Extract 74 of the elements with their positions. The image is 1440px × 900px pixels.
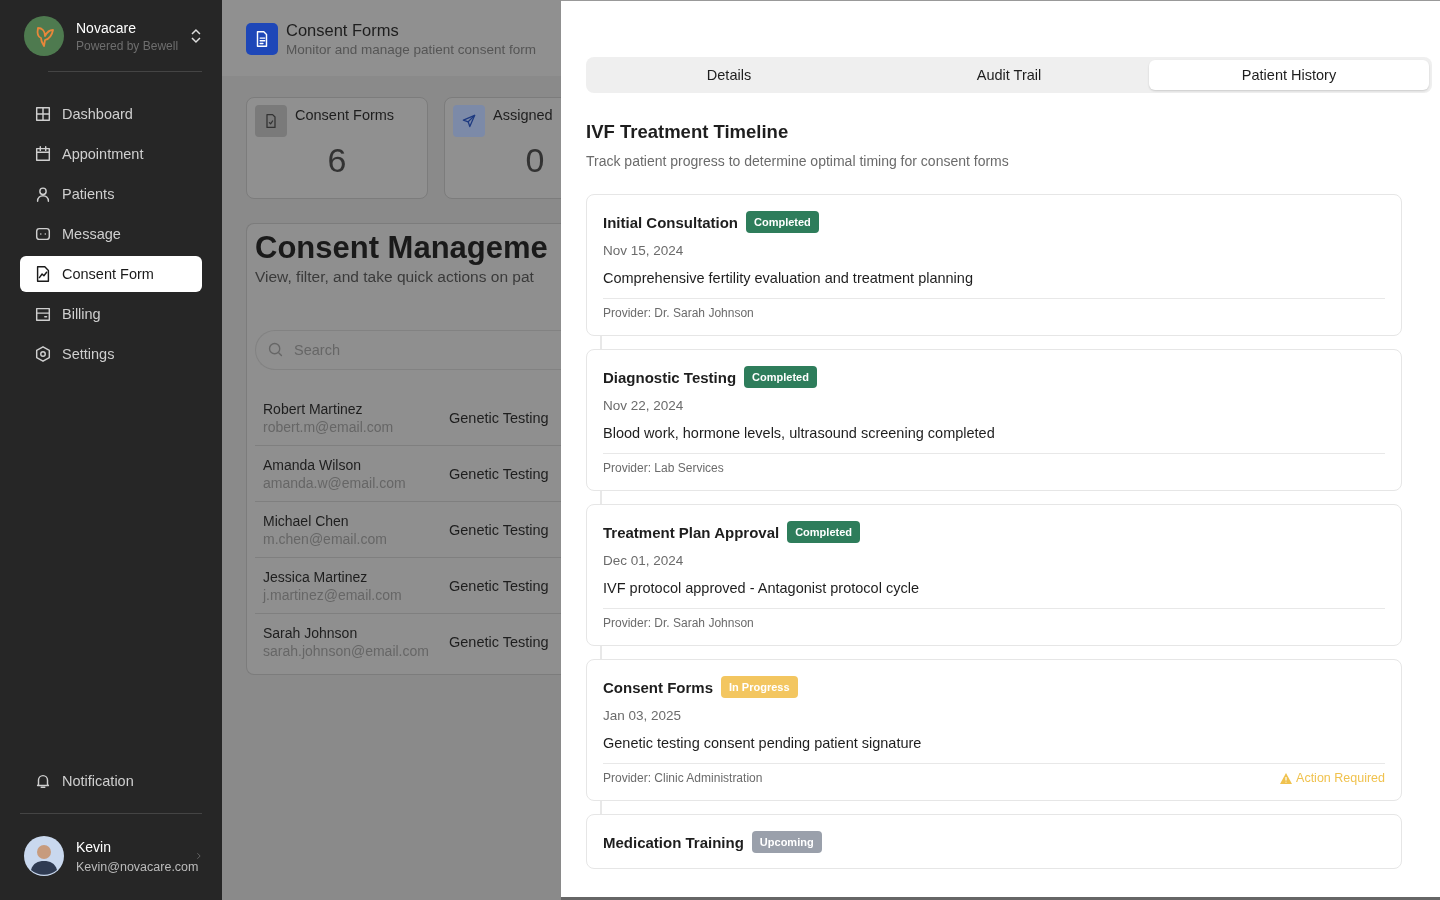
patient-name: Jessica Martinez: [263, 568, 369, 585]
status-badge: Completed: [787, 521, 860, 543]
settings-icon: [34, 345, 52, 363]
grid-icon: [34, 105, 52, 123]
form-name: Genetic Testing: [449, 409, 549, 426]
event-description: Blood work, hormone levels, ultrasound screening completed: [603, 425, 1385, 454]
document-chart-icon: [34, 265, 52, 283]
event-title: Medication Training: [603, 833, 744, 851]
user-name: Kevin: [76, 838, 113, 855]
event-date: Jan 03, 2025: [603, 708, 683, 723]
chevron-up-down-icon[interactable]: [190, 28, 202, 44]
status-badge: Completed: [746, 211, 819, 233]
form-name: Genetic Testing: [449, 465, 549, 482]
panel-subtitle: View, filter, and take quick actions on pat: [255, 268, 535, 286]
patient-name: Robert Martinez: [263, 400, 364, 417]
alert-label: Action Required: [1296, 771, 1385, 785]
event-description: Genetic testing consent pending patient signature: [603, 735, 1385, 764]
send-icon: [461, 113, 477, 129]
search-icon: [267, 341, 284, 358]
panel-title: Consent Manageme: [255, 229, 549, 267]
brand-subtitle: Powered by Bewell: [76, 38, 179, 53]
calendar-icon: [34, 145, 52, 163]
patient-name: Michael Chen: [263, 512, 350, 529]
bell-icon: [34, 772, 52, 790]
patient-name: Amanda Wilson: [263, 456, 363, 473]
event-title: Diagnostic Testing: [603, 368, 737, 386]
chat-icon: [34, 225, 52, 243]
status-badge: Completed: [744, 366, 817, 388]
event-title: Consent Forms: [603, 678, 713, 696]
sidebar-item[interactable]: Billing: [20, 296, 202, 332]
page-icon: [246, 22, 278, 55]
event-date: Dec 01, 2024: [603, 553, 685, 568]
document-check-icon: [263, 113, 279, 129]
logo-icon: [24, 16, 64, 56]
user-icon: [34, 185, 52, 203]
drawer-title: IVF Treatment Timeline: [586, 121, 790, 143]
tab[interactable]: Audit Trail: [869, 60, 1149, 90]
notification-item[interactable]: Notification: [20, 763, 148, 799]
sidebar-item[interactable]: Message: [20, 216, 202, 252]
tab[interactable]: Patient History: [1149, 60, 1429, 90]
drawer-subtitle: Track patient progress to determine optimal timing for consent forms: [586, 153, 1010, 169]
sidebar-item[interactable]: Patients: [20, 176, 202, 212]
provider-label: Provider: Dr. Sarah Johnson: [603, 306, 754, 320]
stat-label: Consent Forms: [295, 106, 395, 123]
user-email: Kevin@novacare.com: [76, 859, 199, 874]
status-badge: Upcoming: [751, 831, 822, 853]
wallet-icon: [34, 305, 52, 323]
event-description: IVF protocol approved - Antagonist protocol cycle: [603, 580, 1385, 609]
stat-value: 6: [326, 141, 348, 180]
brand-name: Novacare: [76, 19, 137, 36]
sidebar-item[interactable]: Consent Form: [20, 256, 202, 292]
warning-icon: [1280, 772, 1293, 784]
event-description: Comprehensive fertility evaluation and treatment planning: [603, 270, 1385, 299]
event-title: Treatment Plan Approval: [603, 523, 780, 541]
sidebar-item[interactable]: Settings: [20, 336, 202, 372]
event-date: Nov 22, 2024: [603, 398, 685, 413]
stat-value: 0: [524, 141, 546, 180]
form-name: Genetic Testing: [449, 521, 549, 538]
provider-label: Provider: Clinic Administration: [603, 771, 763, 785]
page-title: Consent Forms: [286, 20, 400, 40]
sidebar-item[interactable]: Appointment: [20, 136, 202, 172]
patient-name: Sarah Johnson: [263, 624, 359, 641]
form-name: Genetic Testing: [449, 577, 549, 594]
provider-label: Provider: Lab Services: [603, 461, 724, 475]
form-name: Genetic Testing: [449, 633, 549, 650]
event-title: Initial Consultation: [603, 213, 738, 231]
avatar: [24, 836, 64, 876]
page-subtitle: Monitor and manage patient consent form: [286, 41, 536, 57]
event-date: Nov 15, 2024: [603, 243, 685, 258]
status-badge: In Progress: [721, 676, 798, 698]
tab[interactable]: Details: [589, 60, 869, 90]
provider-label: Provider: Dr. Sarah Johnson: [603, 616, 754, 630]
sidebar-item[interactable]: Dashboard: [20, 96, 202, 132]
stat-label: Assigned: [493, 106, 553, 123]
